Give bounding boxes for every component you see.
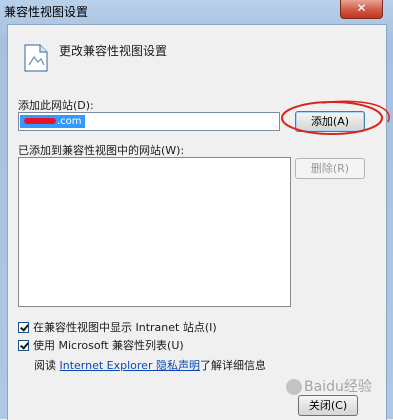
watermark-text: Baidu经验 <box>304 379 372 395</box>
microsoft-list-option[interactable]: 使用 Microsoft 兼容性列表(U) <box>18 338 184 352</box>
add-site-input[interactable]: .com <box>18 112 280 131</box>
title-bar[interactable]: 兼容性视图设置 ✕ <box>0 0 393 22</box>
dialog-body: 更改兼容性视图设置 添加此网站(D): .com 添加(A) 已添加到兼容性视图… <box>7 24 390 420</box>
dialog-heading: 更改兼容性视图设置 <box>59 44 168 58</box>
compat-sites-list[interactable] <box>18 157 291 307</box>
intranet-checkbox[interactable] <box>18 321 29 333</box>
privacy-suffix: 了解详细信息 <box>199 359 266 372</box>
redacted-mark <box>24 118 56 124</box>
privacy-link[interactable]: Internet Explorer 隐私声明 <box>60 359 200 372</box>
intranet-option[interactable]: 在兼容性视图中显示 Intranet 站点(I) <box>18 320 217 334</box>
privacy-line: 阅读 Internet Explorer 隐私声明了解详细信息 <box>34 357 266 373</box>
window-close-button[interactable]: ✕ <box>340 0 383 19</box>
intranet-label: 在兼容性视图中显示 Intranet 站点(I) <box>33 321 217 334</box>
privacy-prefix: 阅读 <box>34 359 56 372</box>
document-settings-icon <box>23 43 49 76</box>
window-frame: 兼容性视图设置 ✕ 更改兼容性视图设置 添加此网站(D): .com 添加(A)… <box>0 0 393 420</box>
add-site-label: 添加此网站(D): <box>18 99 94 112</box>
watermark-logo-icon <box>286 379 302 395</box>
window-title: 兼容性视图设置 <box>4 5 89 19</box>
selected-url-text: .com <box>20 115 85 128</box>
remove-button[interactable]: 删除(R) <box>295 158 365 179</box>
close-button[interactable]: 关闭(C) <box>298 395 358 416</box>
list-label: 已添加到兼容性视图中的网站(W): <box>18 144 185 157</box>
microsoft-list-checkbox[interactable] <box>18 339 29 351</box>
microsoft-list-label: 使用 Microsoft 兼容性列表(U) <box>33 339 184 352</box>
watermark: Baidu经验 <box>286 376 372 396</box>
annotation-circle <box>281 100 390 135</box>
